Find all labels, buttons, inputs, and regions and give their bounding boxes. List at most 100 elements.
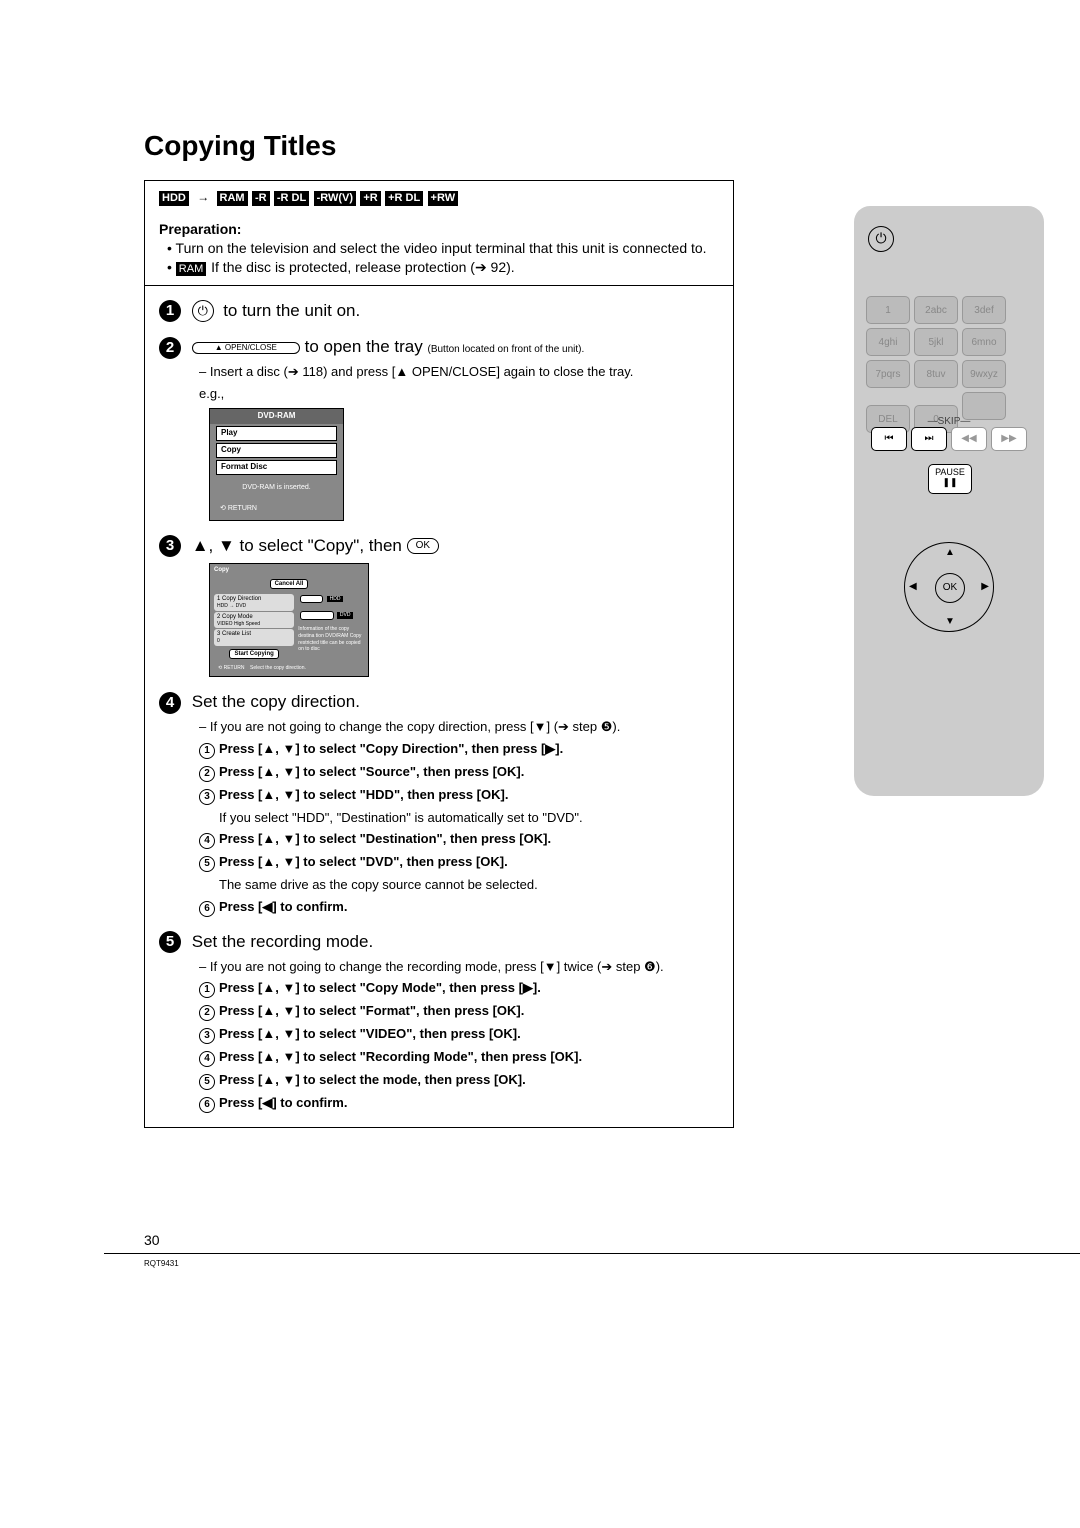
copy-info: Source HDD Destination DVD Information o… [298, 593, 364, 662]
copy-mode-item: 2 Copy ModeVIDEO High Speed [214, 612, 294, 629]
ok-icon: OK [407, 538, 439, 554]
step-5-sub0: – If you are not going to change the rec… [199, 958, 719, 976]
menu-format: Format Disc [216, 460, 337, 475]
tag-ram: RAM [217, 191, 248, 206]
nav-right-icon: ▶ [981, 581, 989, 592]
open-close-button-graphic: ▲ OPEN/CLOSE [192, 342, 300, 355]
tag-rdl: -R DL [274, 191, 309, 206]
prep-line1: • Turn on the television and select the … [167, 239, 719, 258]
divider [145, 285, 733, 286]
nav-ok-button: OK [935, 573, 965, 603]
tag-rwv: -RW(V) [314, 191, 356, 206]
step-num-5: 5 [159, 931, 181, 953]
tag-ram-inline: RAM [176, 262, 206, 277]
step-4-4: 4Press [▲, ▼] to select "Destination", t… [199, 830, 719, 849]
key-7: 7pqrs [866, 360, 910, 388]
dvd-ram-menu-screenshot: DVD-RAM Play Copy Format Disc DVD-RAM is… [209, 408, 344, 520]
document-id: RQT9431 [144, 1259, 179, 1268]
key-6: 6mno [962, 328, 1006, 356]
tag-hdd: HDD [159, 191, 189, 206]
copy-foot-text: Select the copy direction. [250, 665, 306, 671]
media-tags: HDD → RAM -R -R DL -RW(V) +R +R DL +RW [145, 181, 733, 206]
tag-prw: +RW [428, 191, 459, 206]
menu-header: DVD-RAM [210, 409, 343, 424]
prep-line2: • RAM If the disc is protected, release … [167, 258, 719, 277]
copy-info-text: Information of the copy destina tion DVD… [298, 626, 364, 653]
prep-line2-text: If the disc is protected, release protec… [211, 259, 515, 275]
step-4-note2: The same drive as the copy source cannot… [219, 876, 719, 894]
step-2: 2 ▲ OPEN/CLOSE to open the tray (Button … [159, 336, 719, 359]
step-4-note1: If you select "HDD", "Destination" is au… [219, 809, 719, 827]
step-4-5: 5Press [▲, ▼] to select "DVD", then pres… [199, 853, 719, 872]
key-3: 3def [962, 296, 1006, 324]
start-copying: Start Copying [229, 649, 278, 659]
skip-label: SKIP [938, 416, 961, 427]
power-icon: ⏻ [192, 300, 214, 322]
remote-pause-button: PAUSE❚❚ [928, 464, 972, 494]
pause-label: PAUSE [935, 467, 965, 477]
step-5-6: 6Press [◀] to confirm. [199, 1094, 719, 1113]
remote-control-illustration: ⏻ 12abc3def 4ghi5jkl6mno 7pqrs8tuv9wxyz … [854, 206, 1044, 796]
tag-pr: +R [360, 191, 380, 206]
key-1: 1 [866, 296, 910, 324]
step-5-1: 1Press [▲, ▼] to select "Copy Mode", the… [199, 979, 719, 998]
remote-skip-row: —SKIP— ⏮ ⏭ ◀◀ ▶▶ [854, 416, 1044, 451]
step-num-4: 4 [159, 692, 181, 714]
arrow-icon: → [197, 189, 209, 205]
menu-play: Play [216, 426, 337, 441]
cancel-all: Cancel All [270, 579, 309, 589]
key-9: 9wxyz [962, 360, 1006, 388]
step-3: 3 ▲, ▼ to select "Copy", then OK [159, 535, 719, 558]
step-2-sub: – Insert a disc (➔ 118) and press [▲ OPE… [199, 363, 719, 381]
prep-line1-text: Turn on the television and select the vi… [176, 240, 707, 256]
tag-r: -R [252, 191, 270, 206]
step-3-text: ▲, ▼ to select "Copy", then [192, 536, 402, 555]
remote-keypad: 12abc3def 4ghi5jkl6mno 7pqrs8tuv9wxyz DE… [864, 294, 1034, 435]
step-4-3: 3Press [▲, ▼] to select "HDD", then pres… [199, 786, 719, 805]
key-4: 4ghi [866, 328, 910, 356]
step-4: 4 Set the copy direction. [159, 691, 719, 714]
rewind-icon: ◀◀ [951, 427, 987, 451]
copy-direction-item: 1 Copy DirectionHDD → DVD [214, 594, 294, 611]
nav-down-icon: ▼ [945, 616, 955, 627]
step-2-text: to open the tray [305, 337, 423, 356]
step-num-3: 3 [159, 535, 181, 557]
skip-prev-icon: ⏮ [871, 427, 907, 451]
page-title: Copying Titles [144, 130, 944, 162]
footer-rule [104, 1253, 1080, 1254]
step-5-text: Set the recording mode. [192, 932, 373, 951]
key-5: 5jkl [914, 328, 958, 356]
step-4-text: Set the copy direction. [192, 692, 360, 711]
key-2: 2abc [914, 296, 958, 324]
preparation-heading: Preparation: [159, 220, 719, 239]
step-num-2: 2 [159, 337, 181, 359]
step-2-note: (Button located on front of the unit). [428, 344, 585, 355]
eject-label: ▲ OPEN/CLOSE [215, 343, 277, 352]
manual-page: Copying Titles HDD → RAM -R -R DL -RW(V)… [144, 130, 944, 1128]
step-1-text: to turn the unit on. [223, 301, 360, 320]
step-4-2: 2Press [▲, ▼] to select "Source", then p… [199, 763, 719, 782]
remote-power-icon: ⏻ [868, 226, 894, 252]
step-2-eg: e.g., [199, 385, 719, 403]
copy-return: RETURN [224, 665, 245, 671]
step-5-4: 4Press [▲, ▼] to select "Recording Mode"… [199, 1048, 719, 1067]
step-4-sub0: – If you are not going to change the cop… [199, 718, 719, 736]
instruction-box: HDD → RAM -R -R DL -RW(V) +R +R DL +RW P… [144, 180, 734, 1128]
page-number: 30 [144, 1232, 160, 1248]
nav-up-icon: ▲ [945, 547, 955, 558]
step-5-5: 5Press [▲, ▼] to select the mode, then p… [199, 1071, 719, 1090]
step-num-1: 1 [159, 300, 181, 322]
create-list-item: 3 Create List0 [214, 629, 294, 646]
step-1: 1 ⏻ to turn the unit on. [159, 300, 719, 323]
copy-header: Copy [210, 564, 368, 576]
tag-prdl: +R DL [385, 191, 423, 206]
forward-icon: ▶▶ [991, 427, 1027, 451]
remote-nav-pad: ▲ ▼ ◀ ▶ OK [904, 542, 994, 632]
step-4-6: 6Press [◀] to confirm. [199, 898, 719, 917]
step-5-3: 3Press [▲, ▼] to select "VIDEO", then pr… [199, 1025, 719, 1044]
menu-copy: Copy [216, 443, 337, 458]
step-5-2: 2Press [▲, ▼] to select "Format", then p… [199, 1002, 719, 1021]
copy-menu-screenshot: Copy Cancel All 1 Copy DirectionHDD → DV… [209, 563, 369, 677]
menu-footer: DVD-RAM is inserted. [210, 477, 343, 498]
step-4-1: 1Press [▲, ▼] to select "Copy Direction"… [199, 740, 719, 759]
